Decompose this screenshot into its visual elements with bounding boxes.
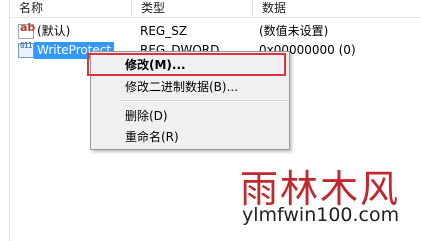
menu-item-rename[interactable]: 重命名(R) (92, 127, 288, 148)
value-name: (默认) (37, 24, 71, 38)
column-header-name[interactable]: 名称 (10, 0, 132, 17)
column-header-type[interactable]: 类型 (132, 0, 253, 17)
binary-value-icon: 011 (18, 41, 34, 58)
menu-item-delete[interactable]: 删除(D) (92, 106, 288, 127)
menu-item-modify-binary[interactable]: 修改二进制数据(B)... (92, 77, 288, 98)
table-row[interactable]: ab (默认) REG_SZ (数值未设置) (10, 21, 421, 41)
list-header: 名称 类型 数据 (10, 0, 421, 18)
column-header-data[interactable]: 数据 (253, 0, 421, 17)
value-data: (数值未设置) (259, 24, 329, 38)
watermark-url: ylmfwin100.com (242, 204, 400, 226)
tree-pane-edge (0, 0, 10, 241)
value-type: REG_SZ (140, 24, 188, 38)
highlight-box (87, 53, 286, 76)
string-value-icon: ab (18, 21, 35, 39)
menu-separator (121, 100, 287, 102)
